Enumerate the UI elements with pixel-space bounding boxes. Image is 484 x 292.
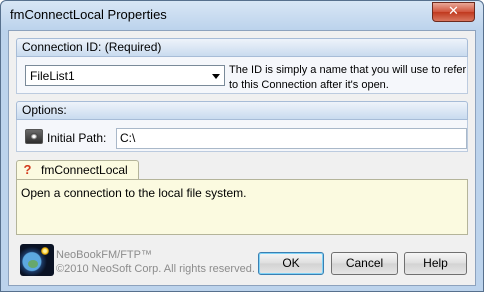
properties-window: fmConnectLocal Properties ✕ Connection I… — [0, 0, 484, 292]
cancel-button[interactable]: Cancel — [331, 252, 398, 275]
description-text: Open a connection to the local file syst… — [21, 186, 247, 200]
chevron-down-icon[interactable] — [212, 74, 220, 79]
help-tab[interactable]: ? fmConnectLocal — [16, 160, 139, 180]
description-box: Open a connection to the local file syst… — [16, 179, 468, 235]
help-tab-label: fmConnectLocal — [41, 163, 128, 177]
close-button[interactable]: ✕ — [432, 2, 475, 22]
product-name: NeoBookFM/FTP™ — [56, 249, 152, 261]
help-button[interactable]: Help — [404, 252, 467, 275]
connection-id-combo[interactable]: FileList1 — [25, 65, 225, 86]
close-icon: ✕ — [448, 4, 459, 19]
title-bar[interactable]: fmConnectLocal Properties ✕ — [1, 1, 483, 30]
ok-button[interactable]: OK — [258, 252, 324, 275]
initial-path-label: Initial Path: — [47, 131, 107, 145]
copyright-text: ©2010 NeoSoft Corp. All rights reserved. — [56, 263, 255, 275]
connection-id-hint: The ID is simply a name that you will us… — [229, 64, 467, 91]
dialog-client: Connection ID: (Required) FileList1 The … — [8, 30, 476, 286]
options-header: Options: — [16, 101, 468, 120]
connection-id-value: FileList1 — [30, 69, 75, 83]
initial-path-input[interactable]: C:\ — [116, 128, 467, 149]
window-title: fmConnectLocal Properties — [10, 7, 167, 22]
question-icon: ? — [23, 162, 32, 177]
eye-icon — [25, 129, 43, 144]
product-logo — [20, 244, 54, 276]
connection-id-header: Connection ID: (Required) — [16, 38, 468, 57]
